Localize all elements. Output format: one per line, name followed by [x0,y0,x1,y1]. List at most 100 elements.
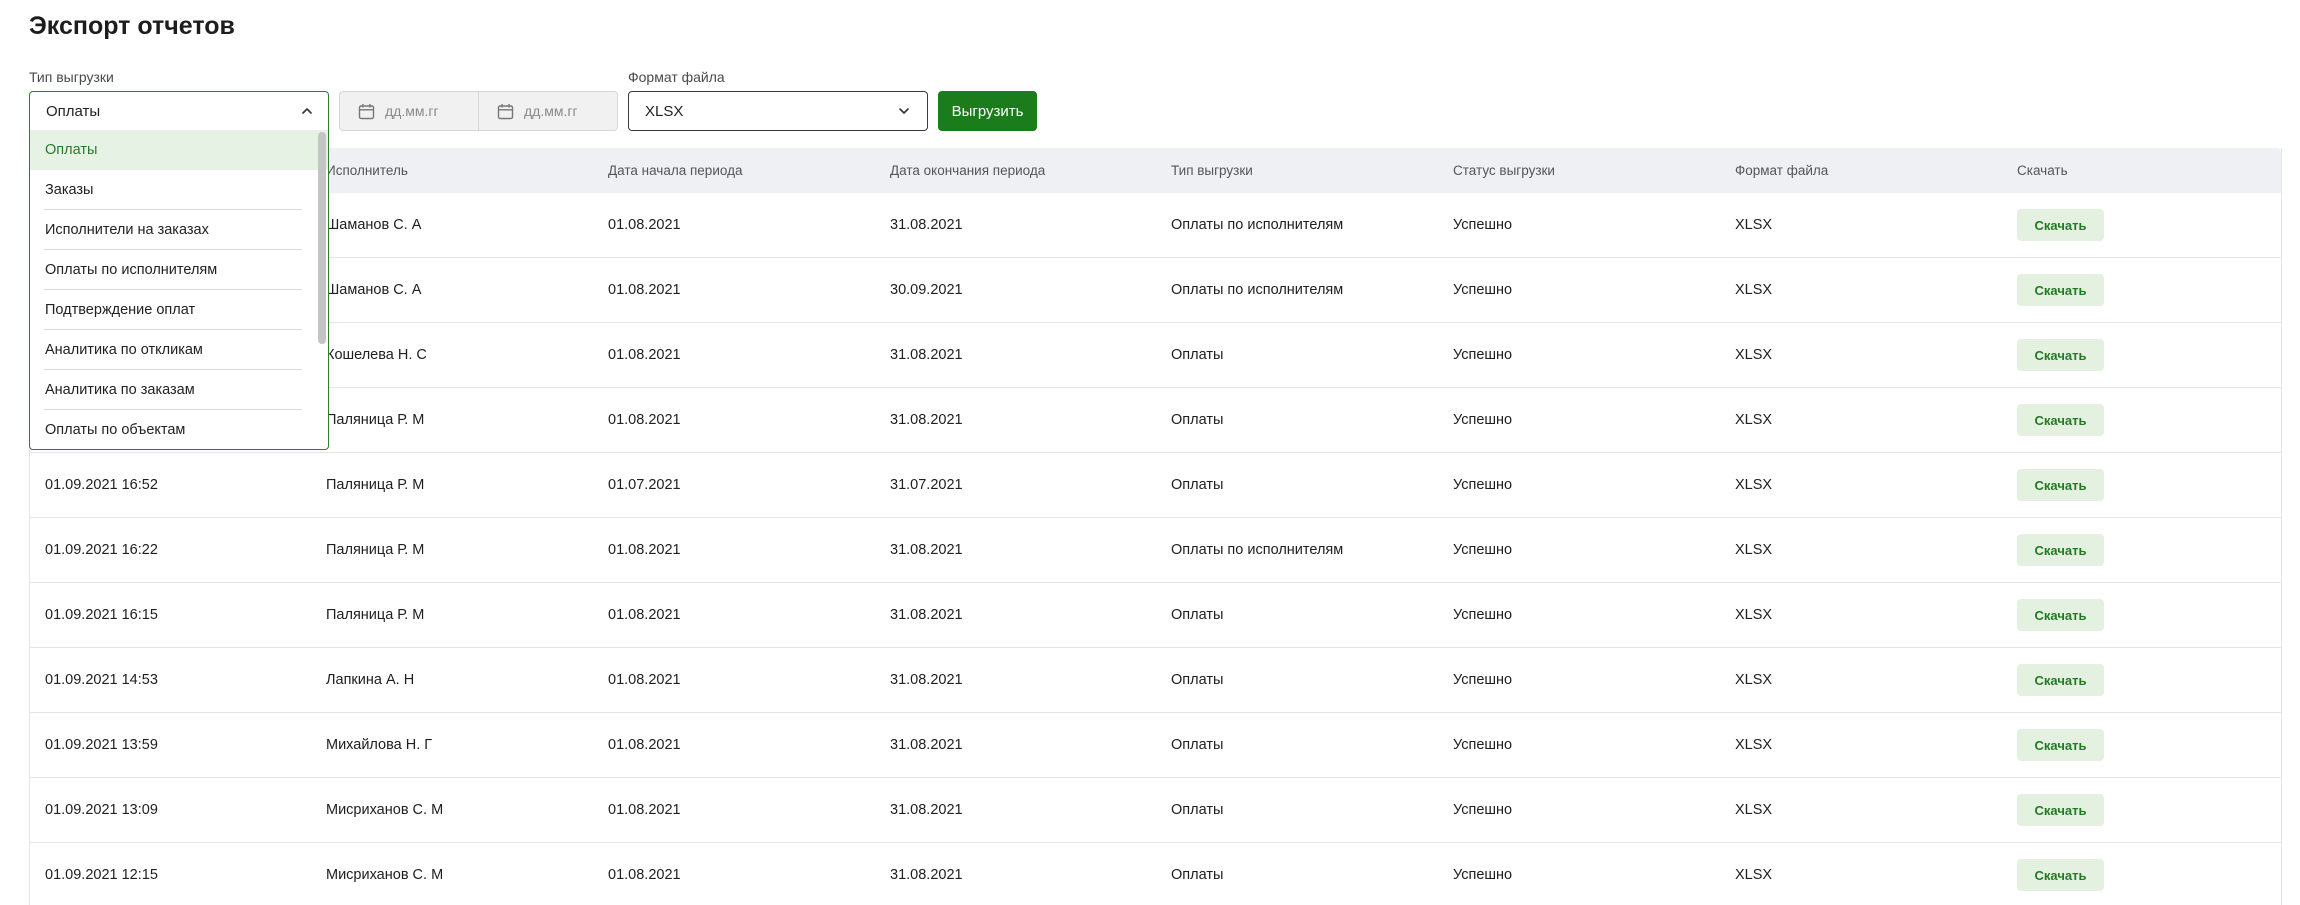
cell-executor: Паляница Р. М [326,477,425,493]
cell-export-type: Оплаты по исполнителям [1171,217,1344,233]
download-button[interactable]: Скачать [2017,339,2104,371]
cell-end-date: 30.09.2021 [890,282,963,298]
cell-start-date: 01.08.2021 [608,347,681,363]
cell-executor: Мисриханов С. М [326,867,444,883]
cell-format: XLSX [1735,477,1773,493]
cell-start-date: 01.08.2021 [608,217,681,233]
cell-start-date: 01.08.2021 [608,282,681,298]
cell-status: Успешно [1453,282,1513,298]
column-header-format: Формат файла [1735,163,1829,178]
cell-end-date: 31.08.2021 [890,737,963,753]
cell-format: XLSX [1735,867,1773,883]
table-row: 01.09.2021 14:53 Лапкина А. Н 01.08.2021 31… [30,648,2281,713]
cell-format: XLSX [1735,802,1773,818]
cell-download: Скачать [2002,599,2283,631]
cell-status: Успешно [1453,347,1513,363]
column-header-download: Скачать [2017,163,2068,178]
download-button[interactable]: Скачать [2017,729,2104,761]
column-header-start-date: Дата начала периода [608,163,743,178]
cell-end-date: 31.08.2021 [890,347,963,363]
download-button[interactable]: Скачать [2017,599,2104,631]
dropdown-option-orders-analytics[interactable]: Аналитика по заказам [30,370,328,410]
cell-export-type: Оплаты [1171,802,1224,818]
cell-executor: Михайлова Н. Г [326,737,433,753]
page-title: Экспорт отчетов [29,12,235,40]
date-from-field[interactable]: дд.мм.гг [340,92,478,130]
download-button[interactable]: Скачать [2017,859,2104,891]
cell-start-date: 01.08.2021 [608,737,681,753]
dropdown-option-payments-by-executors[interactable]: Оплаты по исполнителям [30,250,328,290]
download-button[interactable]: Скачать [2017,404,2104,436]
cell-end-date: 31.08.2021 [890,542,963,558]
cell-export-type: Оплаты [1171,672,1224,688]
type-select[interactable]: Оплаты [29,91,329,131]
column-header-executor: Исполнитель [326,163,408,178]
cell-export-type: Оплаты по исполнителям [1171,542,1344,558]
dropdown-option-orders[interactable]: Заказы [30,170,328,210]
table-row: 01.09.2021 12:15 Мисриханов С. М 01.08.202… [30,843,2281,905]
dropdown-option-payment-confirmation[interactable]: Подтверждение оплат [30,290,328,330]
cell-format: XLSX [1735,672,1773,688]
cell-created: 01.09.2021 12:15 [45,867,158,883]
date-to-placeholder: дд.мм.гг [524,103,578,119]
dropdown-option-responses-analytics[interactable]: Аналитика по откликам [30,330,328,370]
download-button[interactable]: Скачать [2017,794,2104,826]
cell-download: Скачать [2002,274,2283,306]
cell-format: XLSX [1735,412,1773,428]
cell-end-date: 31.08.2021 [890,672,963,688]
type-dropdown: Оплаты Заказы Исполнители на заказах Опл… [29,130,329,450]
cell-start-date: 01.08.2021 [608,412,681,428]
download-button[interactable]: Скачать [2017,534,2104,566]
table-row: Паляница Р. М 01.08.2021 31.08.2021 Оплаты У… [30,388,2281,453]
table-row: Шаманов С. А 01.08.2021 31.08.2021 Оплаты п… [30,193,2281,258]
cell-format: XLSX [1735,607,1773,623]
calendar-icon [497,103,514,119]
type-label: Тип выгрузки [29,69,114,85]
cell-executor: Паляница Р. М [326,412,425,428]
calendar-icon [358,103,375,119]
download-button[interactable]: Скачать [2017,209,2104,241]
cell-end-date: 31.08.2021 [890,607,963,623]
cell-export-type: Оплаты [1171,607,1224,623]
cell-download: Скачать [2002,209,2283,241]
cell-end-date: 31.08.2021 [890,867,963,883]
cell-end-date: 31.07.2021 [890,477,963,493]
cell-status: Успешно [1453,802,1513,818]
cell-executor: Шаманов С. А [326,217,422,233]
column-header-status: Статус выгрузки [1453,163,1555,178]
dropdown-option-payments[interactable]: Оплаты [30,130,328,170]
cell-start-date: 01.08.2021 [608,607,681,623]
dropdown-option-payments-by-objects[interactable]: Оплаты по объектам [30,410,328,449]
cell-export-type: Оплаты [1171,412,1224,428]
table-row: 01.09.2021 16:15 Паляница Р. М 01.08.2021 3… [30,583,2281,648]
format-select[interactable]: XLSX [628,91,928,131]
cell-format: XLSX [1735,542,1773,558]
cell-status: Успешно [1453,607,1513,623]
cell-status: Успешно [1453,542,1513,558]
cell-executor: Паляница Р. М [326,607,425,623]
cell-status: Успешно [1453,217,1513,233]
chevron-up-icon [302,108,312,114]
cell-start-date: 01.08.2021 [608,672,681,688]
reports-table: Исполнитель Дата начала периода Дата око… [29,148,2282,905]
cell-export-type: Оплаты [1171,737,1224,753]
download-button[interactable]: Скачать [2017,664,2104,696]
cell-download: Скачать [2002,534,2283,566]
download-button[interactable]: Скачать [2017,274,2104,306]
dropdown-option-executors-on-orders[interactable]: Исполнители на заказах [30,210,328,250]
cell-start-date: 01.07.2021 [608,477,681,493]
cell-export-type: Оплаты [1171,867,1224,883]
cell-start-date: 01.08.2021 [608,542,681,558]
export-button[interactable]: Выгрузить [938,91,1037,131]
date-from-placeholder: дд.мм.гг [385,103,439,119]
cell-created: 01.09.2021 16:52 [45,477,158,493]
column-header-type: Тип выгрузки [1171,163,1253,178]
date-to-field[interactable]: дд.мм.гг [478,92,617,130]
column-header-end-date: Дата окончания периода [890,163,1046,178]
dropdown-scrollbar[interactable] [318,132,326,344]
download-button[interactable]: Скачать [2017,469,2104,501]
cell-download: Скачать [2002,664,2283,696]
format-select-value: XLSX [645,102,684,120]
table-row: Кошелева Н. С 01.08.2021 31.08.2021 Оплаты У… [30,323,2281,388]
cell-status: Успешно [1453,477,1513,493]
